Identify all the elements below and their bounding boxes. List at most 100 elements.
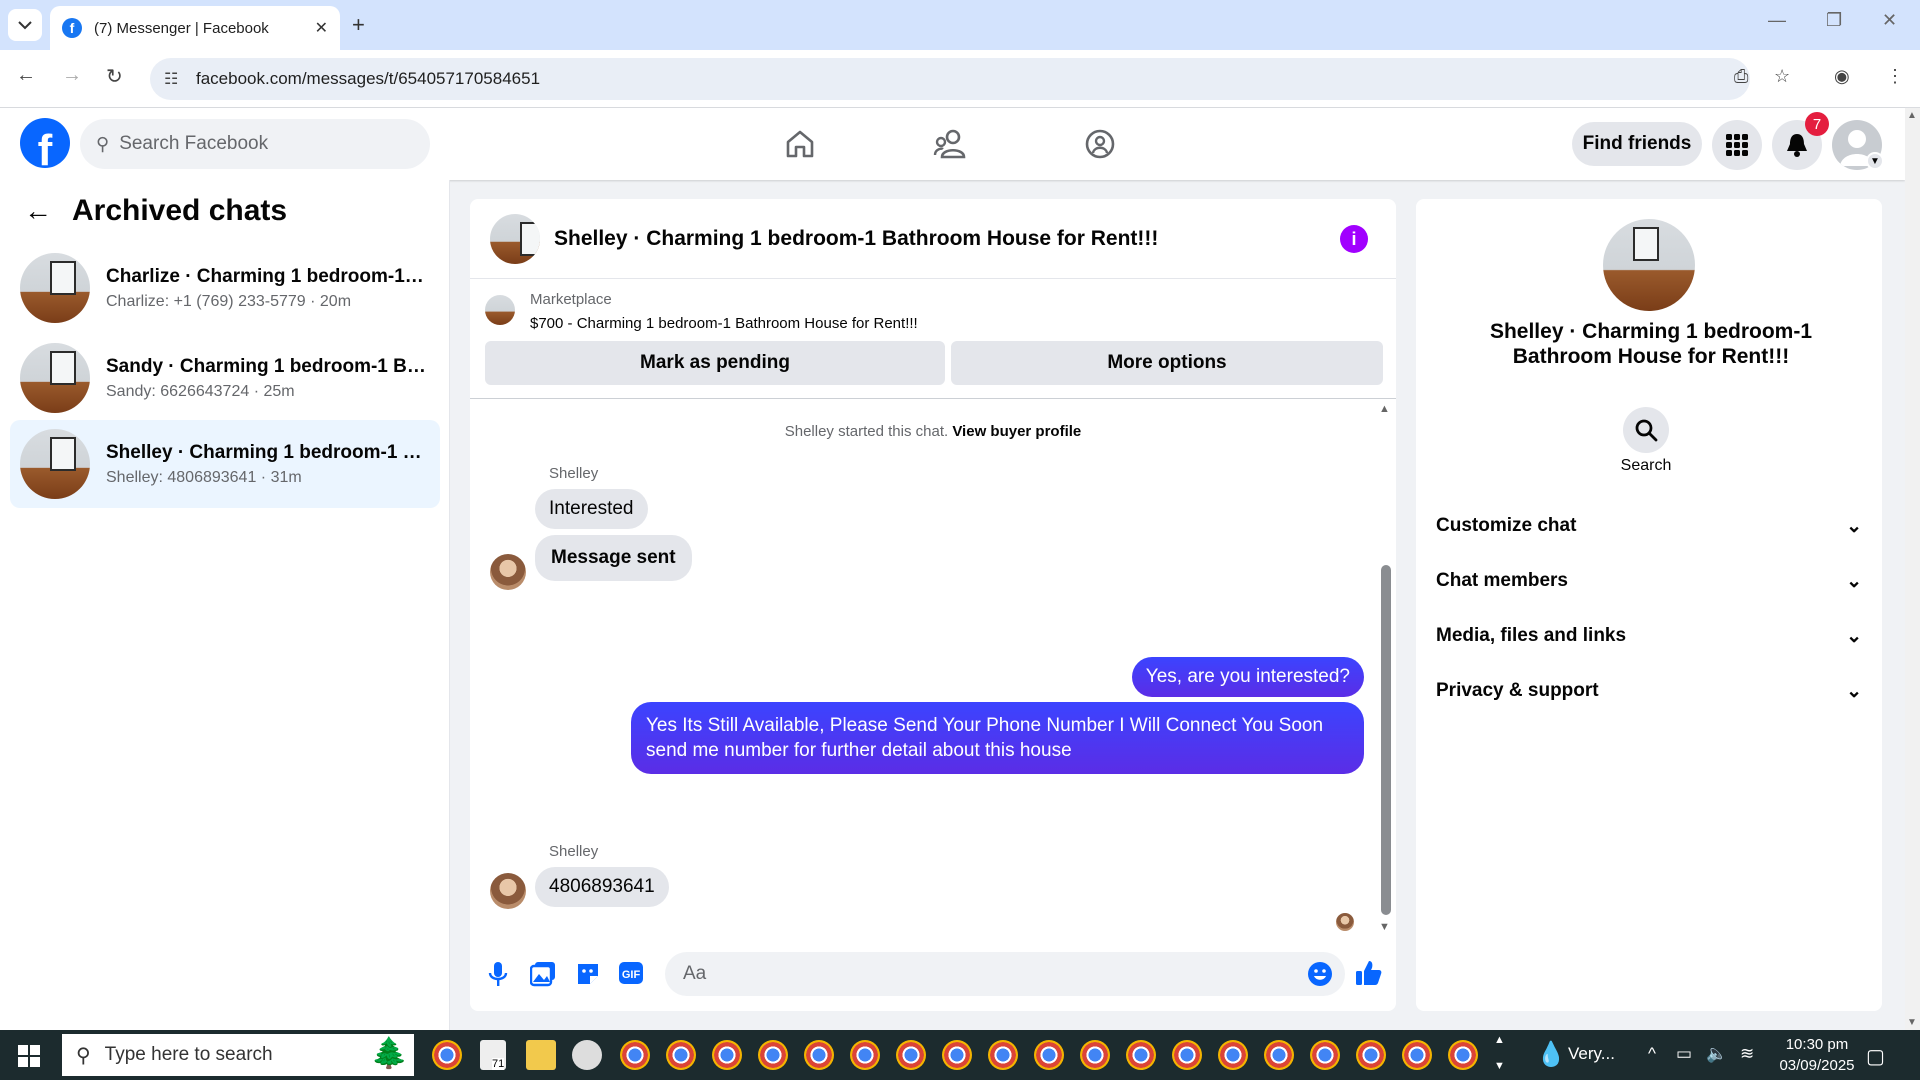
paint-icon[interactable] [572,1040,602,1070]
microphone-icon[interactable] [487,961,509,993]
windows-start-icon[interactable] [18,1045,40,1072]
conversation-photo[interactable] [1603,219,1695,311]
chrome-taskbar-icon[interactable] [1172,1040,1202,1070]
sticker-icon[interactable] [575,961,601,993]
outgoing-message[interactable]: Yes Its Still Available, Please Send You… [631,702,1364,774]
chrome-taskbar-icon[interactable] [432,1040,462,1070]
chrome-taskbar-icon[interactable] [1034,1040,1064,1070]
conversation-title[interactable]: Shelley · Charming 1 bedroom-1 Bathroom … [554,227,1158,251]
chrome-taskbar-icon[interactable] [1264,1040,1294,1070]
taskbar-scroll-up-icon[interactable]: ▲ [1494,1034,1505,1046]
incoming-message[interactable]: 4806893641 [535,867,669,907]
close-window-icon[interactable]: ✕ [1882,10,1897,31]
restore-icon[interactable]: ❐ [1826,10,1842,31]
chevron-down-icon: ⌄ [1846,570,1862,592]
file-explorer-icon[interactable] [526,1040,556,1070]
menu-grid-button[interactable] [1712,120,1762,170]
back-arrow-icon[interactable]: ← [24,195,52,227]
close-tab-icon[interactable]: ✕ [315,18,328,38]
show-hidden-icons-icon[interactable]: ^ [1648,1044,1656,1064]
browser-tab[interactable]: f (7) Messenger | Facebook ✕ [50,6,340,50]
outgoing-message-line: Yes Its Still Available, Please Send You… [646,715,1324,736]
facebook-search-input[interactable]: ⚲ Search Facebook [80,119,430,169]
chrome-taskbar-icon[interactable] [1126,1040,1156,1070]
chrome-taskbar-icon[interactable] [896,1040,926,1070]
chrome-taskbar-icon[interactable] [712,1040,742,1070]
like-thumbs-up-icon[interactable] [1355,959,1383,993]
battery-icon[interactable]: ▭ [1676,1044,1692,1064]
chat-scrollbar-thumb[interactable] [1381,565,1391,915]
privacy-support-section[interactable]: Privacy & support ⌄ [1436,671,1862,711]
chrome-taskbar-icon[interactable] [1080,1040,1110,1070]
emoji-icon[interactable] [1307,961,1333,993]
chat-list-item[interactable]: Sandy · Charming 1 bedroom-1 Bat... Sand… [10,334,440,422]
outgoing-message[interactable]: Yes, are you interested? [1131,657,1364,697]
profile-icon[interactable]: ◉ [1834,66,1850,87]
chrome-taskbar-icon[interactable] [804,1040,834,1070]
seen-receipt-avatar [1336,913,1354,931]
home-icon[interactable] [780,124,820,164]
groups-icon[interactable] [1080,124,1120,164]
incoming-message[interactable]: Interested [535,489,648,529]
chat-scrollbar[interactable]: ▲ ▼ [1379,403,1391,933]
chrome-taskbar-icon[interactable] [1356,1040,1386,1070]
facebook-logo-icon[interactable]: f [20,118,70,168]
search-in-conversation-button[interactable] [1623,407,1669,453]
address-bar[interactable]: ☷ facebook.com/messages/t/65405717058465… [150,58,1750,100]
conversation-thumbnail[interactable] [490,213,540,264]
minimize-icon[interactable]: — [1768,10,1786,31]
back-icon[interactable]: ← [16,64,36,87]
more-options-button[interactable]: More options [951,341,1383,385]
chrome-taskbar-icon[interactable] [1402,1040,1432,1070]
taskbar-scroll-down-icon[interactable]: ▼ [1494,1060,1505,1072]
photo-icon[interactable] [529,961,556,993]
tab-search-button[interactable] [8,9,42,41]
chrome-taskbar-icon[interactable] [942,1040,972,1070]
notification-center-icon[interactable]: ▢ [1866,1044,1885,1069]
chrome-taskbar-icon[interactable] [666,1040,696,1070]
system-clock[interactable]: 10:30 pm 03/09/2025 [1770,1034,1864,1076]
chrome-taskbar-icon[interactable] [758,1040,788,1070]
facebook-header: f ⚲ Search Facebook Find friends 7 ▼ [0,108,1905,180]
chat-list-item-active[interactable]: Shelley · Charming 1 bedroom-1 B... Shel… [10,420,440,508]
gif-icon[interactable]: GIF [618,961,644,991]
listing-title[interactable]: $700 - Charming 1 bedroom-1 Bathroom Hou… [530,315,918,332]
bookmark-star-icon[interactable]: ☆ [1774,66,1790,87]
sender-avatar[interactable] [490,873,526,909]
menu-icon[interactable]: ⋮ [1886,66,1904,87]
chrome-taskbar-icon[interactable] [620,1040,650,1070]
find-friends-button[interactable]: Find friends [1572,122,1702,166]
chat-list-item[interactable]: Charlize · Charming 1 bedroom-1 B... Cha… [10,244,440,332]
page-scrollbar[interactable]: ▲ ▼ [1905,108,1920,1030]
volume-icon[interactable]: 🔈 [1706,1044,1727,1064]
reload-icon[interactable]: ↻ [106,64,123,89]
media-files-links-section[interactable]: Media, files and links ⌄ [1436,616,1862,656]
chrome-taskbar-icon[interactable] [1310,1040,1340,1070]
taskbar-search-box[interactable]: ⚲ Type here to search 🌲 [62,1034,414,1076]
chrome-taskbar-icon[interactable] [850,1040,880,1070]
account-chevron-icon[interactable]: ▼ [1866,152,1884,170]
chat-preview: Sandy: 6626643724 · 25m [106,382,295,400]
chrome-taskbar-icon[interactable] [1218,1040,1248,1070]
info-icon[interactable]: i [1340,225,1368,253]
view-buyer-profile-link[interactable]: View buyer profile [952,423,1081,440]
incoming-message[interactable]: Message sent [535,535,692,581]
chrome-taskbar-icon[interactable] [1448,1040,1478,1070]
chrome-taskbar-icon[interactable] [988,1040,1018,1070]
site-settings-icon[interactable]: ☷ [164,69,178,89]
wifi-icon[interactable]: ≋ [1740,1044,1754,1064]
friends-icon[interactable] [930,124,970,164]
install-app-icon[interactable]: ⎙ [1734,66,1748,87]
new-tab-button[interactable]: + [352,12,365,38]
mark-as-pending-button[interactable]: Mark as pending [485,341,945,385]
chevron-down-icon: ⌄ [1846,680,1862,702]
customize-chat-section[interactable]: Customize chat ⌄ [1436,506,1862,546]
message-input[interactable]: Aa [665,952,1345,996]
forward-icon[interactable]: → [62,64,82,87]
notification-badge: 7 [1805,112,1829,136]
weather-text[interactable]: Very... [1568,1044,1615,1064]
sender-avatar[interactable] [490,554,526,590]
chat-members-section[interactable]: Chat members ⌄ [1436,561,1862,601]
chevron-down-icon: ⌄ [1846,625,1862,647]
search-icon [1635,419,1658,442]
